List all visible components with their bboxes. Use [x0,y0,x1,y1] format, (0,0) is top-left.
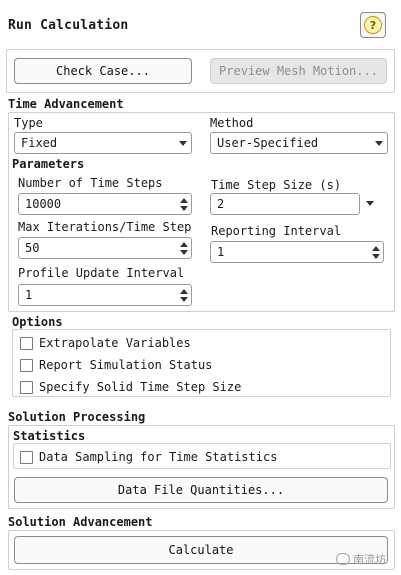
checkbox-icon[interactable] [20,380,33,394]
option-specify-solid-time-step[interactable]: Specify Solid Time Step Size [20,380,241,394]
max-iterations-input[interactable]: 50 [18,237,192,259]
reporting-interval-label: Reporting Interval [211,224,342,238]
question-icon: ? [364,16,382,34]
help-button[interactable]: ? [360,12,386,38]
spinner-icon[interactable] [177,285,191,305]
checkbox-icon[interactable] [20,358,33,372]
data-sampling-label: Data Sampling for Time Statistics [39,450,278,464]
options-heading: Options [12,315,63,329]
reporting-interval-value: 1 [217,245,225,259]
solution-processing-heading: Solution Processing [8,410,146,424]
num-time-steps-input[interactable]: 10000 [18,193,192,215]
watermark: 南流坊 [336,551,386,567]
profile-update-input[interactable]: 1 [18,284,192,306]
units-dropdown-icon[interactable] [366,201,374,206]
parameters-heading: Parameters [12,157,85,171]
option-report-simulation-status[interactable]: Report Simulation Status [20,358,212,372]
statistics-heading: Statistics [13,429,86,443]
time-step-size-label: Time Step Size (s) [211,178,342,192]
option-extrapolate-variables[interactable]: Extrapolate Variables [20,336,191,350]
option-label: Extrapolate Variables [39,336,191,350]
data-sampling-checkbox-row[interactable]: Data Sampling for Time Statistics [20,450,277,464]
calculate-button[interactable]: Calculate [14,536,388,564]
option-label: Report Simulation Status [39,358,213,372]
time-step-size-input[interactable]: 2 [210,193,360,215]
solution-advancement-heading: Solution Advancement [8,515,153,529]
spinner-icon[interactable] [369,242,383,262]
time-advancement-heading: Time Advancement [8,97,124,111]
profile-update-label: Profile Update Interval [18,266,185,280]
checkbox-icon[interactable] [20,450,33,464]
check-case-button[interactable]: Check Case... [14,58,192,84]
time-step-size-value: 2 [217,197,225,211]
wechat-icon [336,553,350,565]
panel-title: Run Calculation [8,18,129,33]
num-time-steps-value: 10000 [25,197,62,211]
checkbox-icon[interactable] [20,336,33,350]
chevron-down-icon [371,133,387,153]
method-label: Method [210,116,254,130]
profile-update-value: 1 [25,288,33,302]
method-dropdown[interactable]: User-Specified [210,132,388,154]
chevron-down-icon [175,133,191,153]
max-iterations-label: Max Iterations/Time Step [18,220,192,234]
type-dropdown[interactable]: Fixed [14,132,192,154]
spinner-icon[interactable] [177,238,191,258]
spinner-icon[interactable] [177,194,191,214]
max-iterations-value: 50 [25,241,40,255]
preview-mesh-motion-button: Preview Mesh Motion... [210,58,387,84]
method-value: User-Specified [217,136,319,150]
type-label: Type [14,116,43,130]
option-label: Specify Solid Time Step Size [39,380,242,394]
data-file-quantities-button[interactable]: Data File Quantities... [14,477,388,503]
watermark-text: 南流坊 [353,553,386,566]
type-value: Fixed [21,136,58,150]
reporting-interval-input[interactable]: 1 [210,241,384,263]
num-time-steps-label: Number of Time Steps [18,176,163,190]
